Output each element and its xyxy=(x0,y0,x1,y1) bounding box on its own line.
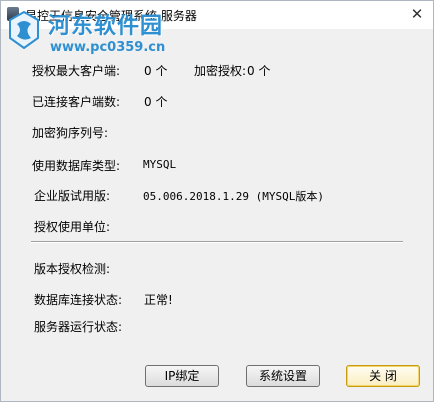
dongle-serial-label: 加密狗序列号: xyxy=(32,126,109,140)
licensee-label: 授权使用单位: xyxy=(34,220,111,234)
watermark: 河东软件园 www.pc0359.cn xyxy=(4,4,204,60)
edition-label: 企业版试用版: xyxy=(34,189,111,203)
db-type-value: MYSQL xyxy=(143,158,177,171)
db-type-label: 使用数据库类型: xyxy=(32,159,121,173)
ip-bind-button[interactable]: IP绑定 xyxy=(145,365,219,387)
encrypted-auth-value: 0 个 xyxy=(247,64,271,78)
max-clients-label: 授权最大客户端: xyxy=(32,64,121,78)
connected-clients-value: 0 个 xyxy=(144,95,168,109)
edition-value: 05.006.2018.1.29 (MYSQL版本) xyxy=(143,190,324,203)
max-clients-value: 0 个 xyxy=(144,64,168,78)
watermark-logo-icon xyxy=(9,10,39,50)
close-icon[interactable]: ✕ xyxy=(405,4,429,24)
watermark-url: www.pc0359.cn xyxy=(50,40,166,55)
close-button[interactable]: 关 闭 xyxy=(346,365,420,387)
db-connection-label: 数据库连接状态: xyxy=(34,293,123,307)
system-settings-button[interactable]: 系统设置 xyxy=(246,365,320,387)
encrypted-auth-label: 加密授权: xyxy=(194,64,247,78)
server-run-label: 服务器运行状态: xyxy=(34,320,123,334)
server-window: 易控王信息安全管理系统 服务器 ✕ 河东软件园 www.pc0359.cn 授权… xyxy=(0,0,434,402)
db-connection-value: 正常! xyxy=(144,293,173,307)
section-divider xyxy=(31,241,403,243)
watermark-name: 河东软件园 xyxy=(48,14,164,39)
connected-clients-label: 已连接客户端数: xyxy=(32,95,121,109)
license-check-label: 版本授权检测: xyxy=(34,262,111,276)
